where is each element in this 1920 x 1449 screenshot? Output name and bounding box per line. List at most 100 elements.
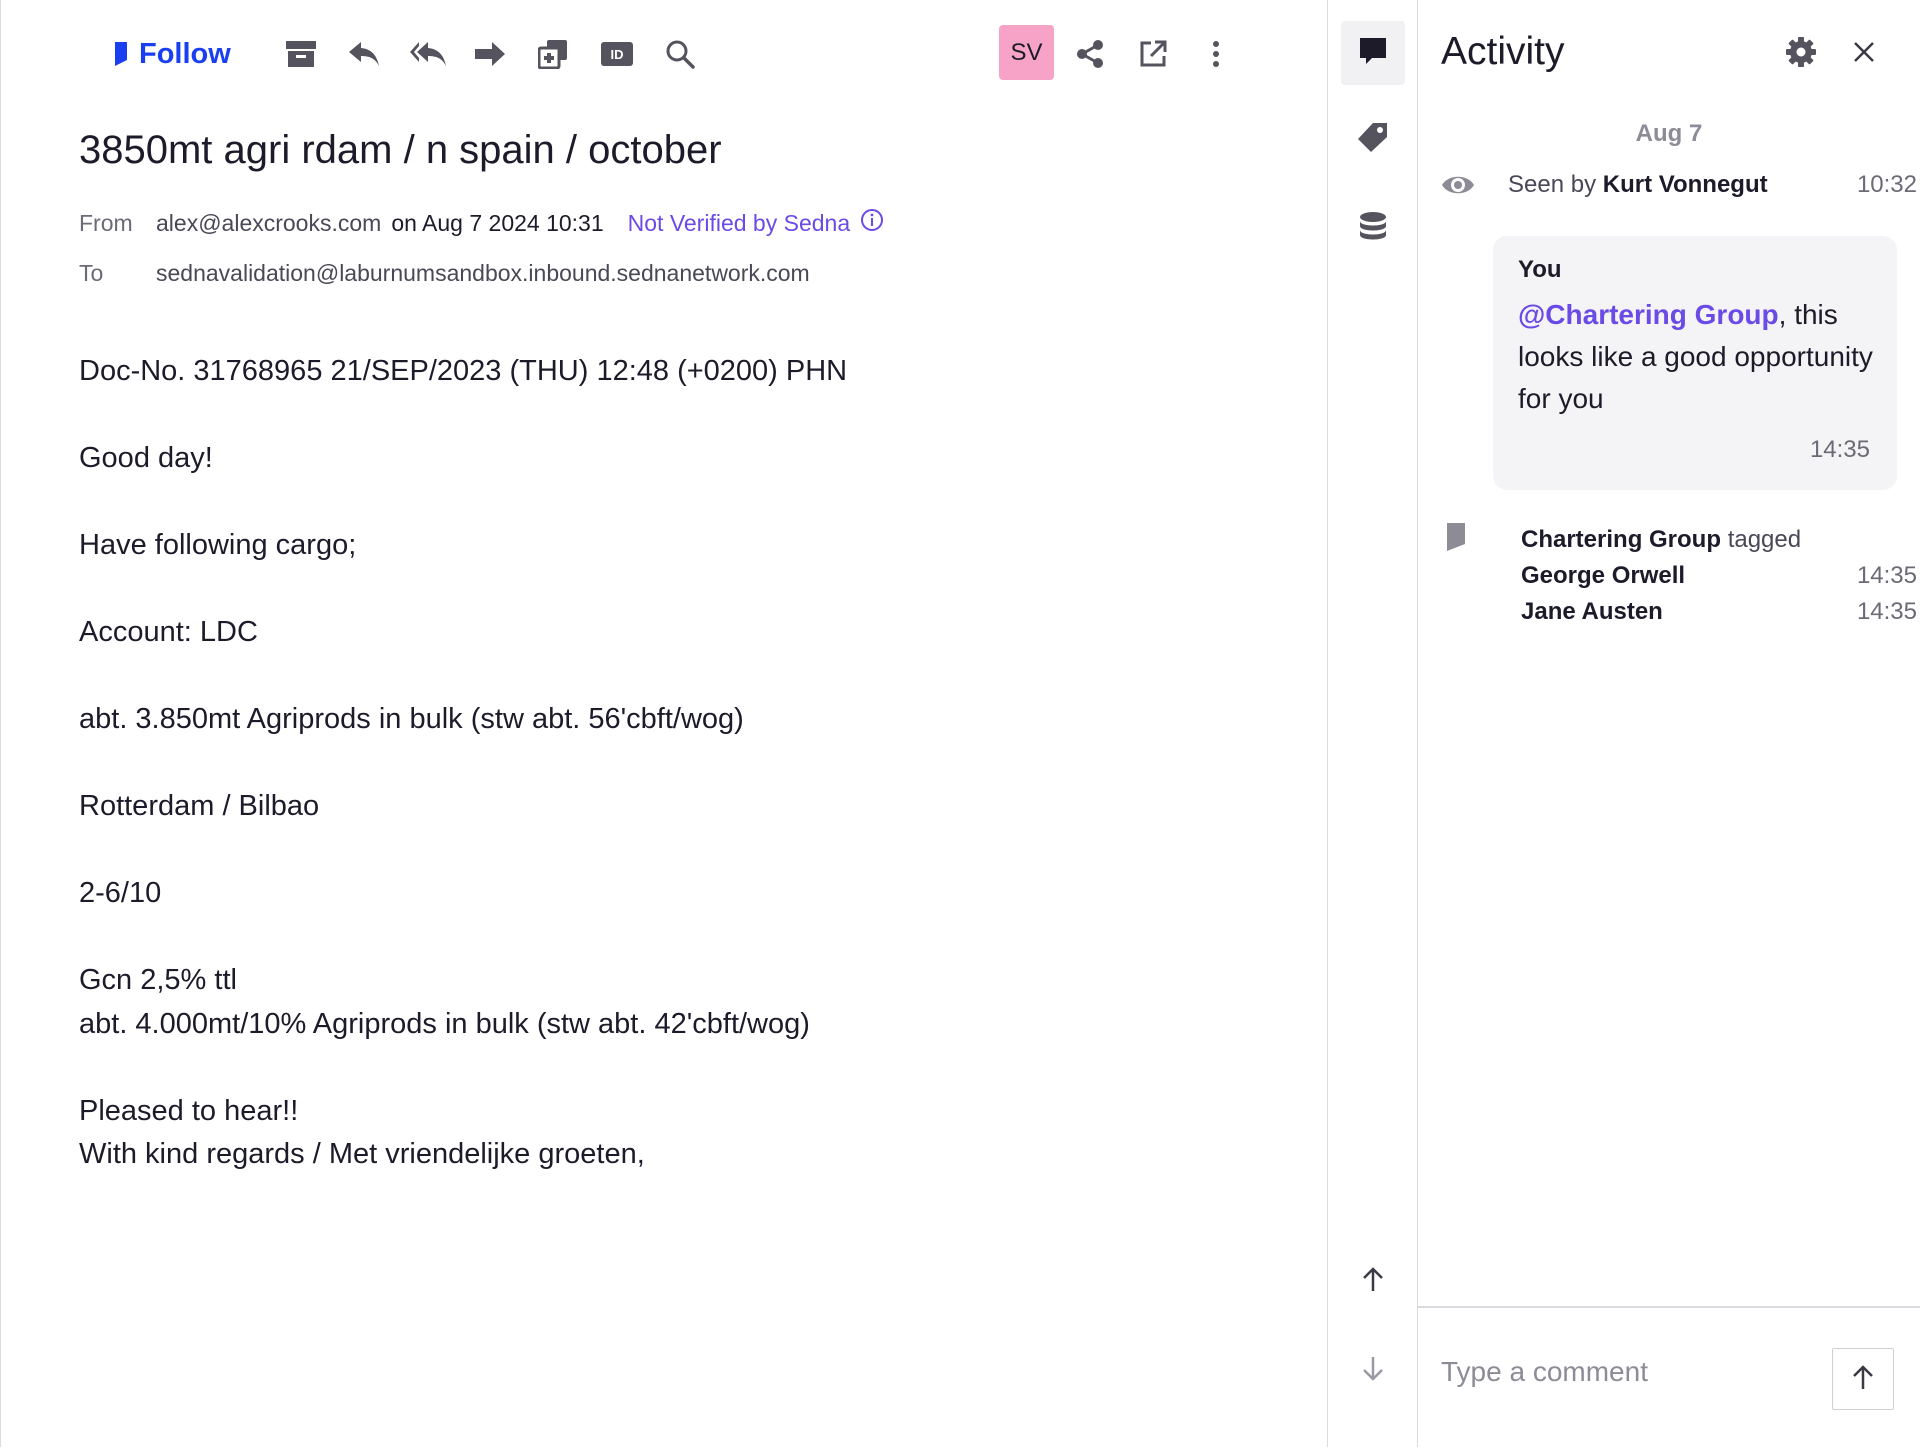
tag-header: Chartering Group tagged — [1521, 526, 1801, 554]
body-line: Pleased to hear!! — [79, 1094, 299, 1127]
close-icon — [1852, 40, 1876, 69]
body-line: Good day! — [79, 442, 213, 474]
arrow-up-icon — [1852, 1364, 1874, 1395]
email-subject: 3850mt agri rdam / n spain / october — [79, 128, 722, 172]
more-button[interactable] — [1196, 28, 1236, 80]
date-separator: Aug 7 — [1635, 120, 1703, 147]
arrow-down-icon — [1362, 1356, 1384, 1387]
gear-icon — [1785, 36, 1817, 73]
activity-rail — [1327, 0, 1418, 1447]
body-line: Doc-No. 31768965 21/SEP/2023 (THU) 12:48… — [79, 355, 848, 387]
share-icon — [1075, 39, 1105, 69]
follow-button[interactable]: Follow — [113, 28, 239, 80]
comment-author: You — [1518, 256, 1562, 283]
scroll-down-button[interactable] — [1341, 1339, 1405, 1403]
scroll-up-button[interactable] — [1341, 1249, 1405, 1313]
forward-icon — [474, 41, 506, 67]
tagged-person-name: Jane Austen — [1521, 598, 1663, 625]
archive-icon — [285, 39, 317, 69]
verification-label: Not Verified by Sedna — [627, 209, 851, 236]
body-line: With kind regards / Met vriendelijke gro… — [79, 1138, 645, 1170]
mention-link[interactable]: @Chartering Group — [1518, 299, 1779, 330]
email-body: Doc-No. 31768965 21/SEP/2023 (THU) 12:48… — [79, 350, 1279, 1177]
arrow-up-icon — [1362, 1266, 1384, 1297]
search-icon — [665, 39, 695, 69]
data-tab[interactable] — [1341, 196, 1405, 260]
more-icon — [1212, 40, 1220, 68]
body-line: Have following cargo; — [79, 529, 357, 561]
svg-text:ID: ID — [611, 47, 624, 62]
activity-settings-button[interactable] — [1781, 34, 1821, 74]
forward-button[interactable] — [470, 28, 510, 80]
id-icon: ID — [600, 41, 634, 67]
follow-label: Follow — [139, 37, 231, 70]
from-row: From alex@alexcrooks.com on Aug 7 2024 1… — [79, 208, 884, 238]
body-blank-line — [79, 481, 1279, 525]
activity-title: Activity — [1441, 30, 1565, 73]
comment-card: You @Chartering Group, this looks like a… — [1493, 236, 1897, 490]
tagged-person: Jane Austen — [1521, 598, 1663, 626]
email-toolbar: Follow ID SV — [1, 0, 1328, 106]
tag-event: Chartering Group tagged George Orwell 14… — [1441, 522, 1917, 632]
tag-group: Chartering Group — [1521, 526, 1722, 553]
body-line: abt. 4.000mt/10% Agriprods in bulk (stw … — [79, 1007, 810, 1040]
comment-time: 14:35 — [1809, 436, 1870, 463]
bookmark-icon — [113, 41, 129, 67]
comment-icon — [1358, 36, 1388, 71]
body-blank-line — [79, 916, 1279, 960]
body-blank-line — [79, 655, 1279, 699]
seen-by-name: Kurt Vonnegut — [1602, 171, 1768, 198]
avatar[interactable]: SV — [999, 25, 1054, 80]
activity-panel: Activity Aug 7 Seen by Kurt Vonnegut 10:… — [1418, 0, 1920, 1447]
add-copy-button[interactable] — [533, 28, 573, 80]
tagged-time: 14:35 — [1856, 598, 1917, 625]
to-address[interactable]: sednavalidation@laburnumsandbox.inbound.… — [156, 260, 810, 287]
tagged-person-name: George Orwell — [1521, 562, 1686, 589]
verification-status[interactable]: Not Verified by Sedna — [628, 208, 884, 238]
email-pane: Follow ID SV 3850mt agri rdam / n spain … — [0, 0, 1327, 1447]
add-copy-icon — [538, 39, 568, 69]
reply-button[interactable] — [344, 28, 384, 80]
id-button[interactable]: ID — [597, 28, 637, 80]
seen-prefix: Seen by — [1508, 171, 1597, 198]
comment-input[interactable] — [1441, 1350, 1821, 1394]
tags-tab[interactable] — [1341, 107, 1405, 171]
external-link-icon — [1138, 39, 1168, 69]
send-comment-button[interactable] — [1832, 1348, 1894, 1410]
from-address[interactable]: alex@alexcrooks.com — [156, 210, 381, 237]
info-icon[interactable] — [860, 208, 884, 238]
body-blank-line — [79, 1046, 1279, 1090]
body-blank-line — [79, 829, 1279, 873]
body-line: Gcn 2,5% ttl — [79, 964, 237, 996]
body-line: 2-6/10 — [79, 877, 162, 909]
share-button[interactable] — [1070, 28, 1110, 80]
reply-icon — [348, 40, 380, 68]
reply-all-button[interactable] — [406, 28, 450, 80]
seen-event: Seen by Kurt Vonnegut 10:32 — [1441, 168, 1917, 204]
archive-button[interactable] — [281, 28, 321, 80]
comment-composer — [1418, 1306, 1920, 1449]
to-label: To — [79, 260, 104, 286]
database-icon — [1358, 211, 1388, 246]
body-line: Rotterdam / Bilbao — [79, 790, 320, 822]
tag-verb: tagged — [1727, 526, 1802, 553]
body-blank-line — [79, 742, 1279, 786]
tagged-time: 14:35 — [1856, 562, 1917, 589]
bookmark-icon — [1446, 522, 1466, 557]
seen-time: 10:32 — [1856, 171, 1917, 198]
body-line: abt. 3.850mt Agriprods in bulk (stw abt.… — [79, 703, 744, 735]
comments-tab[interactable] — [1341, 21, 1405, 85]
to-row: To sednavalidation@laburnumsandbox.inbou… — [79, 260, 810, 287]
tagged-person: George Orwell — [1521, 562, 1685, 590]
from-label: From — [79, 209, 133, 236]
reply-all-icon — [409, 40, 447, 68]
eye-icon — [1441, 170, 1475, 207]
email-date: on Aug 7 2024 10:31 — [391, 209, 604, 236]
open-external-button[interactable] — [1133, 28, 1173, 80]
close-activity-button[interactable] — [1844, 34, 1884, 74]
body-blank-line — [79, 568, 1279, 612]
body-line: Account: LDC — [79, 616, 258, 648]
tag-icon — [1357, 121, 1389, 158]
search-button[interactable] — [660, 28, 700, 80]
body-blank-line — [79, 394, 1279, 438]
